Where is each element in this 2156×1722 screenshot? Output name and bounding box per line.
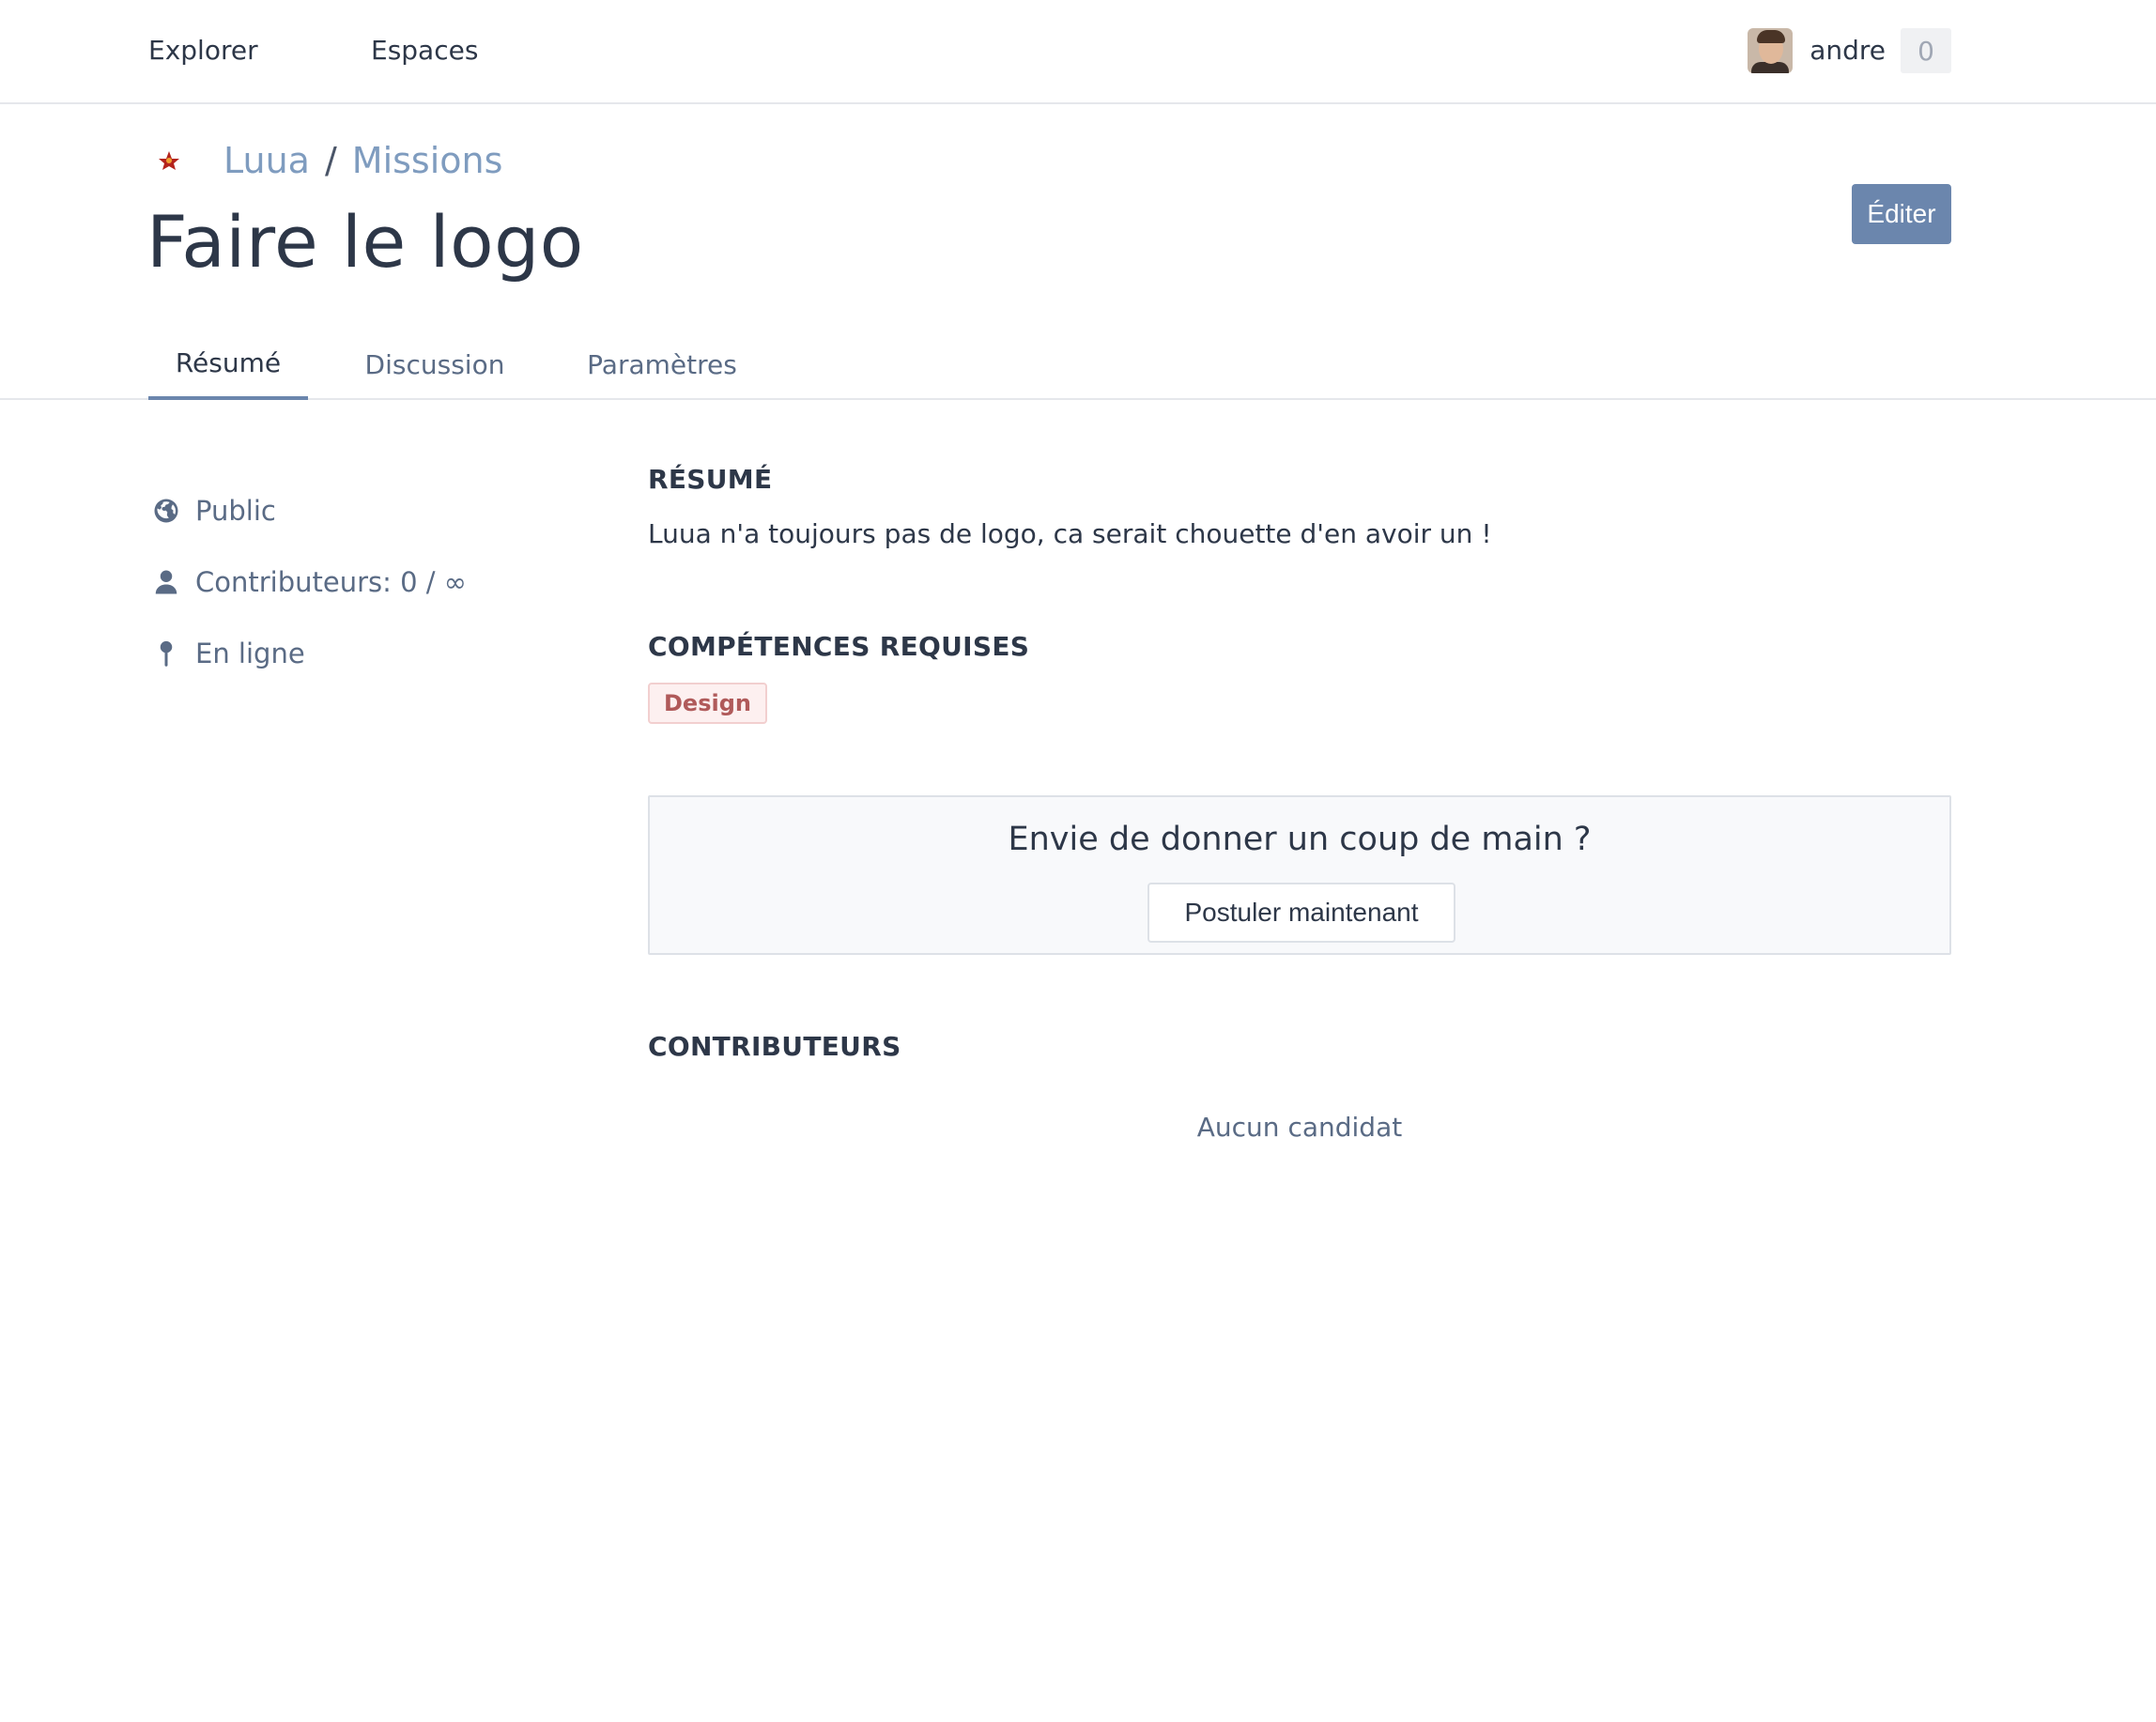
apply-now-button[interactable]: Postuler maintenant bbox=[1147, 883, 1455, 943]
pin-icon bbox=[160, 640, 173, 667]
top-navbar: Explorer Espaces andre 0 bbox=[0, 0, 2156, 104]
user-icon bbox=[155, 570, 177, 594]
breadcrumb-space-link[interactable]: Luua bbox=[223, 140, 310, 181]
empty-state-text: Aucun candidat bbox=[1196, 1112, 1403, 1143]
avatar[interactable] bbox=[1748, 28, 1794, 73]
tab-resume[interactable]: Résumé bbox=[148, 329, 308, 400]
username[interactable]: andre bbox=[1810, 32, 1886, 69]
breadcrumb-missions-link[interactable]: Missions bbox=[352, 140, 503, 181]
user-menu[interactable]: andre 0 bbox=[1748, 28, 1951, 73]
edit-button[interactable]: Éditer bbox=[1852, 184, 1951, 244]
space-logo-icon bbox=[148, 140, 190, 181]
skill-badge[interactable]: Design bbox=[648, 683, 767, 724]
contributors-count: Contributeurs: 0 / ∞ bbox=[195, 566, 467, 598]
nav-espaces-link[interactable]: Espaces bbox=[371, 32, 478, 69]
location-info: En ligne bbox=[152, 635, 305, 672]
summary-heading: RÉSUMÉ bbox=[648, 464, 773, 495]
visibility-label: Public bbox=[195, 495, 276, 527]
contributors-info: Contributeurs: 0 / ∞ bbox=[152, 563, 467, 601]
breadcrumb-separator: / bbox=[324, 140, 337, 181]
tab-bar: Résumé Discussion Paramètres bbox=[0, 329, 2156, 400]
tab-discussion[interactable]: Discussion bbox=[347, 329, 522, 400]
notification-counter[interactable]: 0 bbox=[1901, 28, 1951, 73]
skills-heading: COMPÉTENCES REQUISES bbox=[648, 631, 1030, 662]
summary-text: Luua n'a toujours pas de logo, ca serait… bbox=[648, 518, 1492, 549]
contributors-heading: CONTRIBUTEURS bbox=[648, 1031, 901, 1062]
page-title: Faire le logo bbox=[146, 200, 584, 284]
location-label: En ligne bbox=[195, 638, 305, 669]
globe-icon bbox=[154, 499, 178, 523]
apply-callout: Envie de donner un coup de main ? Postul… bbox=[648, 795, 1951, 955]
breadcrumb: Luua / Missions bbox=[148, 137, 502, 184]
nav-explorer-link[interactable]: Explorer bbox=[148, 32, 258, 69]
apply-callout-title: Envie de donner un coup de main ? bbox=[1008, 821, 1592, 858]
tab-parametres[interactable]: Paramètres bbox=[565, 329, 759, 400]
visibility-info: Public bbox=[152, 492, 276, 530]
